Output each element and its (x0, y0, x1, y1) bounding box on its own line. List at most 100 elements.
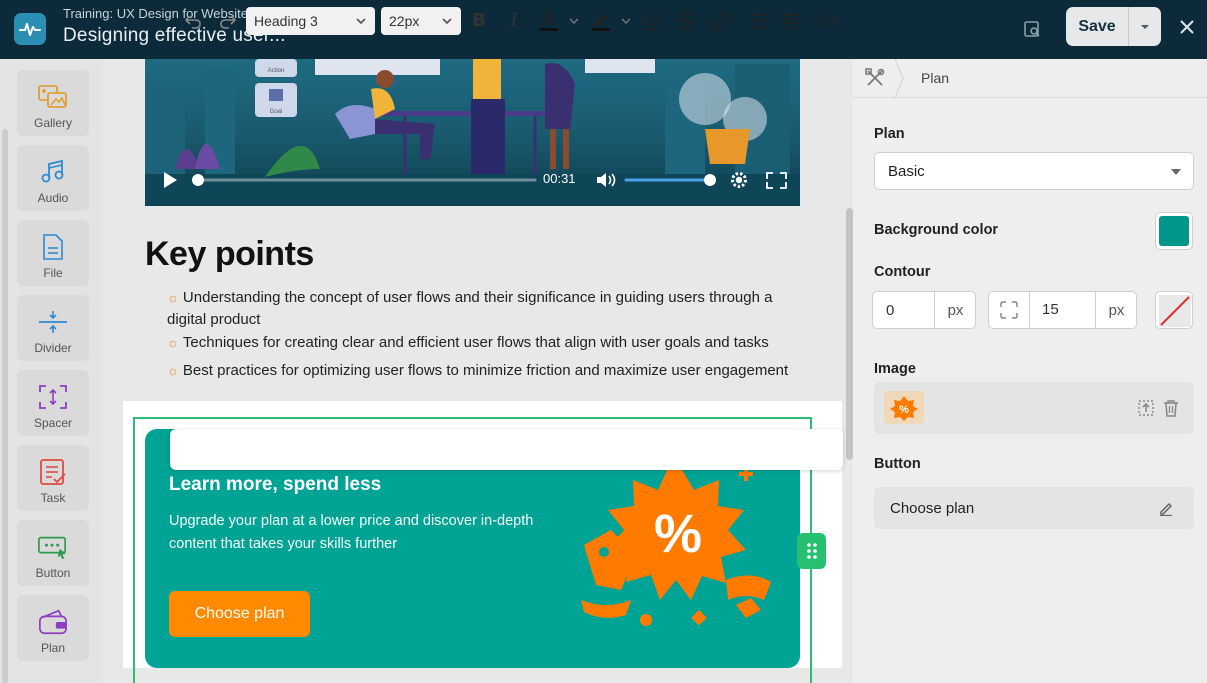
delete-image-icon[interactable] (1162, 399, 1180, 417)
contour-label: Contour (874, 264, 931, 280)
app-logo[interactable] (14, 13, 46, 45)
bold-icon: B (472, 10, 486, 31)
list-item-text: Techniques for creating clear and effici… (182, 334, 769, 351)
align-button[interactable] (779, 0, 801, 41)
code-button[interactable] (815, 0, 837, 41)
background-color-swatch[interactable] (1155, 212, 1193, 250)
seek-handle[interactable] (192, 174, 204, 186)
play-icon[interactable] (164, 172, 177, 188)
preview-icon[interactable] (1020, 17, 1044, 41)
contour-width-value: 0 (886, 301, 895, 319)
sun-icon: ☼ (167, 290, 179, 305)
gallery-icon (38, 82, 68, 112)
discount-thumbnail-icon: % (890, 395, 918, 421)
pulse-icon (19, 23, 41, 36)
promo-title[interactable]: Learn more, spend less (169, 474, 381, 496)
canvas-scrollbar[interactable] (846, 208, 853, 460)
spacer-icon (38, 382, 68, 412)
sidebar-scrollbar[interactable] (2, 129, 8, 683)
link-button[interactable] (709, 0, 731, 41)
image-label: Image (874, 361, 916, 377)
contour-color-swatch[interactable] (1155, 291, 1193, 329)
file-icon (38, 232, 68, 262)
code-icon (817, 13, 835, 28)
sidebar-item-file[interactable]: File (17, 220, 89, 286)
discount-badge-icon: % (581, 467, 771, 626)
button-icon (38, 532, 68, 562)
strikethrough-icon (679, 11, 693, 30)
save-options-button[interactable] (1129, 7, 1161, 46)
save-button-group: Save (1066, 7, 1161, 46)
plan-label: Plan (874, 126, 905, 142)
underline-button[interactable] (640, 0, 662, 41)
sidebar-item-plan[interactable]: Plan (17, 595, 89, 661)
underline-icon (645, 12, 657, 30)
choose-plan-button[interactable]: Choose plan (169, 591, 310, 637)
sidebar-item-button[interactable]: Button (17, 520, 89, 586)
numbered-list-button[interactable]: 1 2 3 (744, 0, 766, 41)
link-icon (710, 11, 730, 30)
redo-button[interactable] (216, 0, 240, 41)
undo-button[interactable] (181, 0, 205, 41)
drag-handle[interactable] (797, 533, 826, 569)
tools-icon[interactable] (865, 68, 885, 88)
button-section-label: Button (874, 456, 921, 472)
image-thumbnail[interactable]: % (884, 391, 924, 424)
svg-text:%: % (899, 404, 909, 416)
sidebar-item-gallery[interactable]: Gallery (17, 70, 89, 136)
key-points-heading[interactable]: Key points (145, 235, 314, 274)
chevron-down-icon (356, 18, 366, 25)
breadcrumb-current: Plan (921, 70, 950, 86)
volume-icon[interactable] (597, 173, 616, 187)
sidebar-item-label: Plan (40, 641, 66, 655)
numbered-list-icon: 1 2 3 (745, 13, 764, 30)
swatch-fill (1159, 216, 1189, 246)
properties-breadcrumb-bar (853, 59, 1207, 98)
thumb-action-label: Action (268, 68, 285, 74)
text-color-icon (540, 10, 579, 31)
strikethrough-button[interactable] (675, 0, 697, 41)
caret-down-icon (1171, 169, 1181, 175)
list-item[interactable]: ☼ Best practices for optimizing user flow… (167, 360, 807, 382)
background-color-label: Background color (874, 222, 999, 238)
plan-select[interactable]: Basic (874, 152, 1194, 190)
sidebar-item-label: Divider (34, 341, 72, 355)
sidebar-item-divider[interactable]: Divider (17, 295, 89, 361)
save-button[interactable]: Save (1066, 7, 1129, 46)
audio-icon (38, 157, 68, 187)
no-color-icon (1159, 295, 1191, 327)
italic-button[interactable]: I (503, 0, 525, 41)
bold-button[interactable]: B (468, 0, 490, 41)
font-size-select[interactable]: 22px (381, 7, 461, 35)
settings-gear-icon[interactable] (731, 172, 747, 188)
promo-description[interactable]: Upgrade your plan at a lower price and d… (169, 510, 579, 556)
video-time: 00:31 (543, 171, 576, 186)
list-item[interactable]: ☼ Techniques for creating clear and effic… (167, 332, 807, 354)
heading-select[interactable]: Heading 3 (246, 7, 375, 35)
sidebar-item-spacer[interactable]: Spacer (17, 370, 89, 436)
highlight-color-button[interactable] (589, 0, 633, 41)
list-item[interactable]: ☼ Understanding the concept of user flows… (167, 287, 807, 331)
text-color-button[interactable] (537, 0, 581, 41)
sun-icon: ☼ (167, 335, 179, 350)
sidebar-item-task[interactable]: Task (17, 445, 89, 511)
corner-radius-unit: px (1095, 291, 1137, 329)
fullscreen-icon[interactable] (766, 172, 787, 189)
close-button[interactable] (1176, 16, 1198, 38)
list-item-text: Best practices for optimizing user flows… (182, 362, 789, 379)
volume-handle[interactable] (704, 174, 716, 186)
plan-icon (38, 607, 68, 637)
edit-pencil-icon[interactable] (1158, 500, 1174, 516)
upload-image-icon[interactable] (1137, 399, 1155, 417)
italic-icon: I (510, 10, 518, 31)
contour-width-unit: px (934, 291, 976, 329)
video-controls-graphics (164, 172, 787, 189)
sidebar-item-label: Spacer (33, 416, 73, 430)
button-settings-field[interactable]: Choose plan (874, 487, 1194, 529)
chevron-down-icon (1141, 24, 1149, 29)
svg-text:%: % (654, 504, 702, 564)
sidebar-item-audio[interactable]: Audio (17, 145, 89, 211)
list-item-text: Understanding the concept of user flows … (167, 289, 773, 328)
video-controls: 00:31 (160, 168, 790, 192)
sidebar-item-label: Gallery (33, 116, 72, 130)
